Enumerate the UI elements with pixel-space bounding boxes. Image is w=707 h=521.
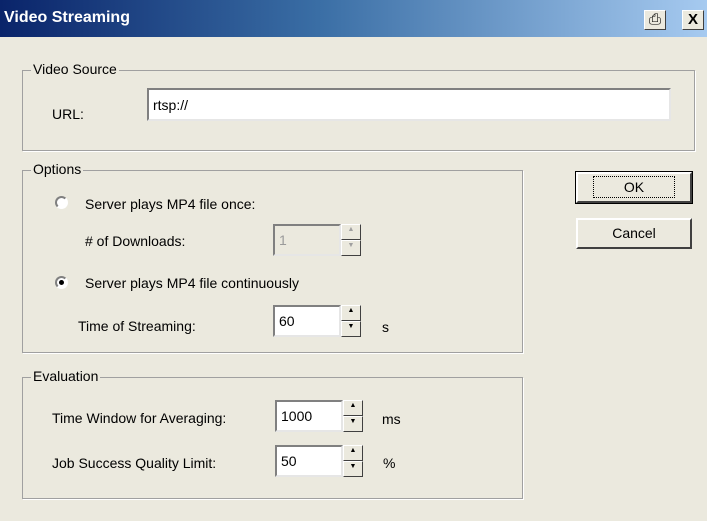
spin-down-icon[interactable]: ▼ bbox=[343, 416, 363, 432]
video-streaming-dialog: Video Streaming ⎙ X Video Source URL: Op… bbox=[0, 0, 707, 521]
time-streaming-unit: s bbox=[382, 319, 389, 335]
cancel-button[interactable]: Cancel bbox=[576, 218, 692, 249]
play-continuously-label[interactable]: Server plays MP4 file continuously bbox=[85, 275, 299, 291]
ok-button[interactable]: OK bbox=[575, 171, 693, 204]
spin-down-icon[interactable]: ▼ bbox=[343, 461, 363, 477]
quality-limit-spinner[interactable]: ▲ ▼ bbox=[343, 445, 363, 477]
spin-up-icon[interactable]: ▲ bbox=[341, 224, 361, 240]
evaluation-legend: Evaluation bbox=[31, 368, 101, 384]
time-window-unit: ms bbox=[382, 411, 401, 427]
spin-up-icon[interactable]: ▲ bbox=[343, 400, 363, 416]
downloads-input[interactable] bbox=[273, 224, 341, 256]
video-source-legend: Video Source bbox=[31, 61, 119, 77]
time-window-input[interactable] bbox=[275, 400, 343, 432]
options-legend: Options bbox=[31, 161, 84, 177]
title-bar[interactable]: Video Streaming ⎙ X bbox=[0, 0, 707, 37]
radio-play-continuously[interactable] bbox=[55, 276, 68, 289]
spin-down-icon[interactable]: ▼ bbox=[341, 240, 361, 256]
url-label: URL: bbox=[52, 106, 84, 122]
time-streaming-input[interactable] bbox=[273, 305, 341, 337]
url-input[interactable] bbox=[147, 88, 671, 121]
radio-selected-dot bbox=[59, 280, 64, 285]
video-source-group: Video Source URL: bbox=[22, 61, 695, 151]
printer-icon[interactable]: ⎙ bbox=[644, 10, 666, 30]
time-streaming-label: Time of Streaming: bbox=[78, 318, 196, 334]
quality-limit-input[interactable] bbox=[275, 445, 343, 477]
spin-up-icon[interactable]: ▲ bbox=[343, 445, 363, 461]
radio-play-once[interactable] bbox=[55, 196, 68, 209]
play-once-label[interactable]: Server plays MP4 file once: bbox=[85, 196, 255, 212]
time-window-label: Time Window for Averaging: bbox=[52, 410, 227, 426]
quality-limit-unit: % bbox=[383, 455, 396, 471]
window-title: Video Streaming bbox=[4, 9, 130, 26]
evaluation-group: Evaluation Time Window for Averaging: ▲ … bbox=[22, 368, 523, 499]
spin-up-icon[interactable]: ▲ bbox=[341, 305, 361, 321]
quality-limit-label: Job Success Quality Limit: bbox=[52, 455, 217, 471]
downloads-label: # of Downloads: bbox=[85, 233, 186, 249]
time-window-spinner[interactable]: ▲ ▼ bbox=[343, 400, 363, 432]
downloads-spinner[interactable]: ▲ ▼ bbox=[341, 224, 361, 256]
spin-down-icon[interactable]: ▼ bbox=[341, 321, 361, 337]
options-group: Options Server plays MP4 file once: # of… bbox=[22, 161, 523, 353]
time-streaming-spinner[interactable]: ▲ ▼ bbox=[341, 305, 361, 337]
ok-button-label: OK bbox=[592, 176, 676, 198]
close-button[interactable]: X bbox=[682, 10, 704, 30]
